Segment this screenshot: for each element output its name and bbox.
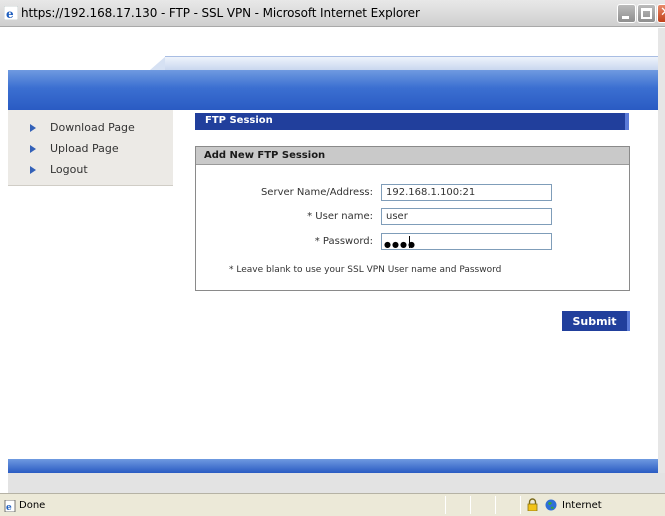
sidebar-nav: Download Page Upload Page Logout xyxy=(8,110,173,186)
window-left-border xyxy=(0,28,8,493)
status-text: Done xyxy=(19,500,46,511)
window-title: https://192.168.17.130 - FTP - SSL VPN -… xyxy=(21,6,420,20)
svg-text:e: e xyxy=(6,503,12,512)
header-tab-strip xyxy=(165,56,658,70)
user-name-input[interactable] xyxy=(381,208,552,225)
vertical-scrollbar[interactable] xyxy=(658,28,665,473)
security-zone-text: Internet xyxy=(562,500,602,511)
arrow-right-icon xyxy=(30,166,36,174)
internet-explorer-icon: e xyxy=(4,6,18,20)
page-icon: e xyxy=(4,500,16,512)
section-title: FTP Session xyxy=(205,115,273,126)
arrow-right-icon xyxy=(30,124,36,132)
minimize-button[interactable] xyxy=(617,4,636,23)
minimize-icon xyxy=(622,16,629,19)
globe-icon xyxy=(545,499,557,511)
password-mask: ●●●● xyxy=(384,240,416,249)
status-bar: e Done Internet xyxy=(0,493,665,516)
credentials-note: * Leave blank to use your SSL VPN User n… xyxy=(229,265,502,275)
submit-button[interactable]: Submit xyxy=(562,311,630,331)
server-address-input[interactable] xyxy=(381,184,552,201)
panel-title: Add New FTP Session xyxy=(204,150,326,161)
header-tab-slope xyxy=(150,56,166,70)
status-divider xyxy=(495,496,496,514)
close-icon: ✕ xyxy=(660,6,665,20)
footer-banner xyxy=(8,459,658,473)
window-title-bar: e https://192.168.17.130 - FTP - SSL VPN… xyxy=(0,0,665,27)
status-divider xyxy=(520,496,521,514)
lock-icon xyxy=(527,498,538,511)
maximize-button[interactable] xyxy=(637,4,656,23)
page-bottom-area xyxy=(8,473,665,493)
password-label: * Password: xyxy=(314,236,373,247)
server-label: Server Name/Address: xyxy=(260,187,373,198)
user-name-label: * User name: xyxy=(307,211,373,222)
header-banner xyxy=(8,70,658,110)
maximize-icon xyxy=(641,8,652,19)
text-caret xyxy=(409,236,410,248)
sidebar-item-label: Upload Page xyxy=(50,142,119,155)
status-divider xyxy=(445,496,446,514)
sidebar-item-label: Download Page xyxy=(50,121,135,134)
status-divider xyxy=(470,496,471,514)
arrow-right-icon xyxy=(30,145,36,153)
svg-text:e: e xyxy=(6,7,14,20)
close-button[interactable]: ✕ xyxy=(657,4,665,23)
panel-header: Add New FTP Session xyxy=(196,147,629,165)
sidebar-item-label: Logout xyxy=(50,163,88,176)
ftp-session-bar: FTP Session xyxy=(195,113,629,130)
